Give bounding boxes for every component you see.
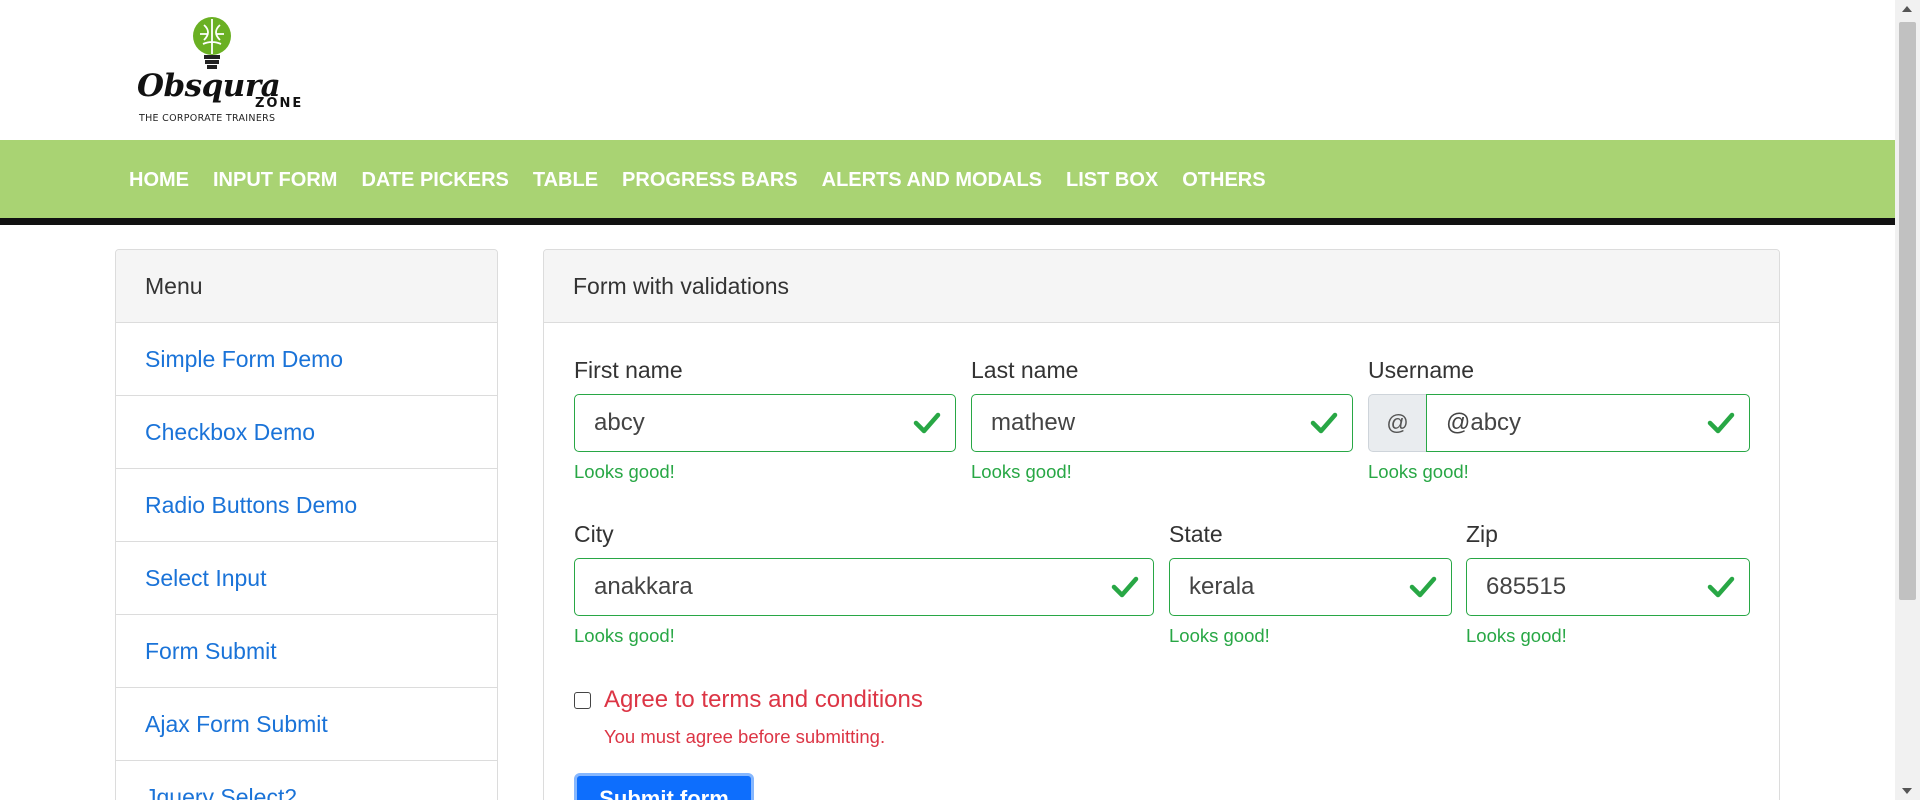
state-feedback: Looks good! (1169, 625, 1270, 646)
first-name-label: First name (574, 357, 683, 383)
username-feedback: Looks good! (1368, 461, 1469, 482)
username-input[interactable]: @abcy (1426, 394, 1750, 452)
scroll-thumb[interactable] (1899, 22, 1916, 600)
state-input[interactable]: kerala (1169, 558, 1452, 616)
city-group: City anakkara Looks good! (574, 521, 1154, 647)
nav-item-table[interactable]: TABLE (521, 169, 610, 192)
terms-group: Agree to terms and conditions (574, 686, 923, 714)
state-label: State (1169, 521, 1223, 547)
nav-item-alerts-and-modals[interactable]: ALERTS AND MODALS (810, 169, 1054, 192)
city-input[interactable]: anakkara (574, 558, 1154, 616)
username-value: @abcy (1446, 409, 1522, 436)
scroll-down-arrow-icon[interactable] (1902, 788, 1912, 794)
lightbulb-icon (193, 17, 231, 69)
check-icon (1707, 412, 1735, 434)
zip-input[interactable]: 685515 (1466, 558, 1750, 616)
last-name-value: mathew (991, 409, 1076, 436)
scroll-up-arrow-icon[interactable] (1902, 6, 1912, 12)
navbar-divider (0, 218, 1895, 225)
nav-item-home[interactable]: HOME (117, 169, 201, 192)
nav-item-date-pickers[interactable]: DATE PICKERS (349, 169, 520, 192)
last-name-label: Last name (971, 357, 1079, 383)
nav-list: HOME INPUT FORM DATE PICKERS TABLE PROGR… (117, 140, 1278, 220)
first-name-feedback: Looks good! (574, 461, 675, 482)
username-group: Username @ @abcy Looks good! (1368, 357, 1750, 483)
check-icon (1310, 412, 1338, 434)
site-header: Obsqura ZONE THE CORPORATE TRAINERS (0, 0, 1895, 140)
logo-tagline: THE CORPORATE TRAINERS (139, 113, 276, 124)
check-icon (913, 412, 941, 434)
nav-item-input-form[interactable]: INPUT FORM (201, 169, 349, 192)
first-name-input[interactable]: abcy (574, 394, 956, 452)
check-icon (1707, 576, 1735, 598)
at-prefix: @ (1368, 394, 1426, 452)
last-name-group: Last name mathew Looks good! (971, 357, 1353, 483)
sidebar-item-select-input[interactable]: Select Input (116, 542, 497, 615)
submit-button[interactable]: Submit form (574, 773, 754, 800)
city-label: City (574, 521, 614, 547)
site-logo[interactable]: Obsqura ZONE THE CORPORATE TRAINERS (137, 16, 301, 126)
terms-label[interactable]: Agree to terms and conditions (604, 686, 923, 714)
sidebar-title: Menu (116, 250, 497, 323)
logo-zone: ZONE (255, 96, 304, 111)
username-input-group: @ @abcy (1368, 394, 1750, 452)
nav-item-others[interactable]: OTHERS (1170, 169, 1277, 192)
main-navbar: HOME INPUT FORM DATE PICKERS TABLE PROGR… (0, 140, 1895, 220)
last-name-feedback: Looks good! (971, 461, 1072, 482)
first-name-group: First name abcy Looks good! (574, 357, 956, 483)
sidebar-item-radio-buttons-demo[interactable]: Radio Buttons Demo (116, 469, 497, 542)
nav-item-list-box[interactable]: LIST BOX (1054, 169, 1170, 192)
validation-form-card: Form with validations First name abcy Lo… (543, 249, 1780, 800)
check-icon (1111, 576, 1139, 598)
nav-item-progress-bars[interactable]: PROGRESS BARS (610, 169, 810, 192)
terms-feedback: You must agree before submitting. (604, 726, 886, 747)
sidebar-item-form-submit[interactable]: Form Submit (116, 615, 497, 688)
state-group: State kerala Looks good! (1169, 521, 1452, 647)
sidebar-item-simple-form-demo[interactable]: Simple Form Demo (116, 323, 497, 396)
sidebar-menu: Menu Simple Form Demo Checkbox Demo Radi… (115, 249, 498, 800)
sidebar-item-checkbox-demo[interactable]: Checkbox Demo (116, 396, 497, 469)
zip-value: 685515 (1486, 573, 1567, 600)
zip-feedback: Looks good! (1466, 625, 1567, 646)
city-value: anakkara (594, 573, 693, 600)
check-icon (1409, 576, 1437, 598)
terms-checkbox[interactable] (574, 691, 591, 709)
state-value: kerala (1189, 573, 1255, 600)
page-scrollbar[interactable] (1895, 0, 1920, 800)
city-feedback: Looks good! (574, 625, 675, 646)
first-name-value: abcy (594, 409, 645, 436)
form-title: Form with validations (544, 250, 1779, 323)
username-label: Username (1368, 357, 1475, 383)
sidebar-item-jquery-select2[interactable]: Jquery Select2 (116, 761, 497, 800)
zip-group: Zip 685515 Looks good! (1466, 521, 1750, 647)
sidebar-item-ajax-form-submit[interactable]: Ajax Form Submit (116, 688, 497, 761)
zip-label: Zip (1466, 521, 1498, 547)
last-name-input[interactable]: mathew (971, 394, 1353, 452)
